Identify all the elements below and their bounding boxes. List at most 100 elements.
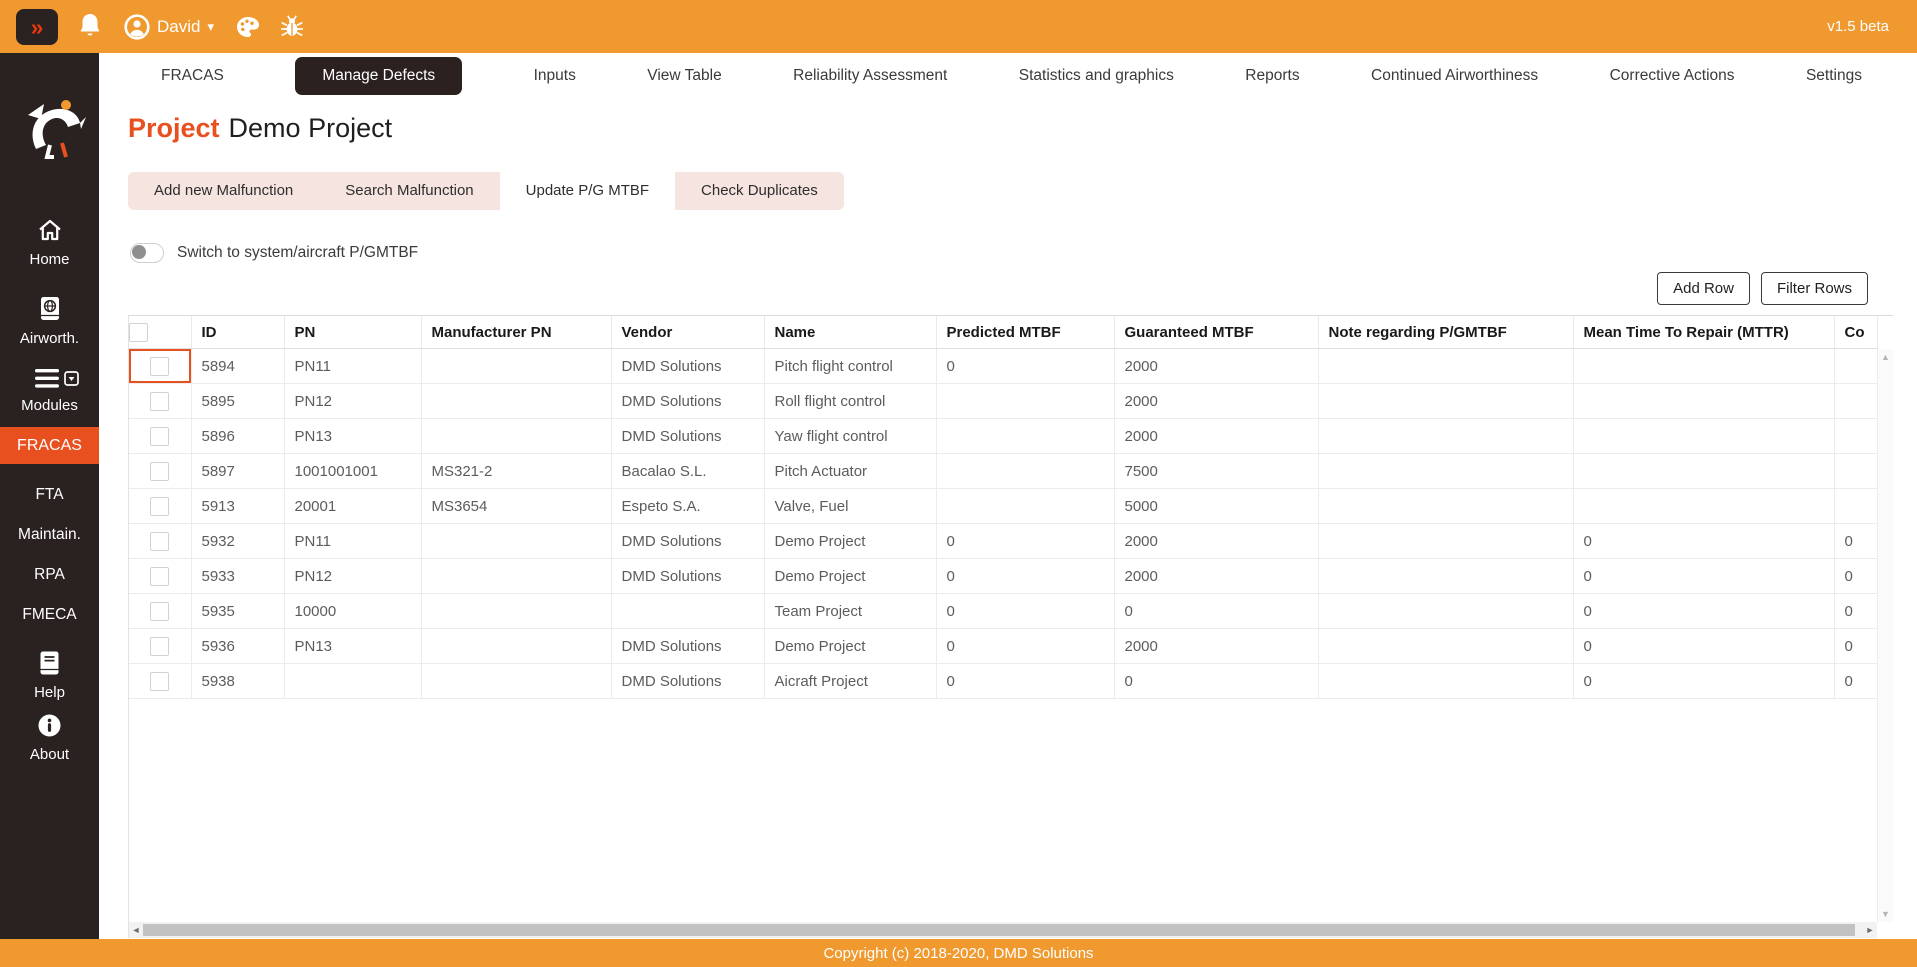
vertical-scrollbar[interactable]: ▲ ▼ — [1877, 349, 1893, 922]
debug-bug-icon[interactable] — [280, 15, 304, 39]
cell-name[interactable]: Roll flight control — [764, 384, 936, 419]
cell-manufacturer-pn[interactable] — [421, 559, 611, 594]
cell-name[interactable]: Yaw flight control — [764, 419, 936, 454]
cell-co[interactable] — [1834, 489, 1877, 524]
cell-guaranteed-mtbf[interactable]: 0 — [1114, 664, 1318, 699]
cell-co[interactable]: 0 — [1834, 524, 1877, 559]
cell-pn[interactable]: PN11 — [284, 349, 421, 384]
tab-continued-airworthiness[interactable]: Continued Airworthiness — [1371, 67, 1538, 85]
sidebar-item-home[interactable]: Home — [0, 218, 99, 268]
column-header-manufacturer-pn[interactable]: Manufacturer PN — [421, 316, 611, 349]
cell-guaranteed-mtbf[interactable]: 5000 — [1114, 489, 1318, 524]
cell-predicted-mtbf[interactable]: 0 — [936, 559, 1114, 594]
tab-settings[interactable]: Settings — [1806, 67, 1862, 85]
cell-guaranteed-mtbf[interactable]: 2000 — [1114, 419, 1318, 454]
cell-id[interactable]: 5932 — [191, 524, 284, 559]
cell-id[interactable]: 5913 — [191, 489, 284, 524]
column-header-co[interactable]: Co — [1834, 316, 1877, 349]
cell-name[interactable]: Demo Project — [764, 629, 936, 664]
cell-name[interactable]: Valve, Fuel — [764, 489, 936, 524]
theme-palette-icon[interactable] — [236, 16, 260, 38]
tab-view-table[interactable]: View Table — [647, 67, 721, 85]
row-checkbox[interactable] — [150, 567, 169, 586]
cell-pn[interactable]: 10000 — [284, 594, 421, 629]
cell-name[interactable]: Team Project — [764, 594, 936, 629]
cell-manufacturer-pn[interactable] — [421, 419, 611, 454]
cell-mttr[interactable] — [1573, 349, 1834, 384]
filter-rows-button[interactable]: Filter Rows — [1761, 272, 1868, 305]
cell-guaranteed-mtbf[interactable]: 2000 — [1114, 524, 1318, 559]
subtab-search-malfunction[interactable]: Search Malfunction — [319, 172, 499, 210]
scroll-left-icon[interactable]: ◄ — [129, 925, 143, 935]
cell-manufacturer-pn[interactable] — [421, 664, 611, 699]
sidebar-item-fracas[interactable]: FRACAS — [0, 427, 99, 464]
cell-co[interactable]: 0 — [1834, 629, 1877, 664]
cell-name[interactable]: Aicraft Project — [764, 664, 936, 699]
cell-co[interactable]: 0 — [1834, 559, 1877, 594]
row-checkbox[interactable] — [150, 672, 169, 691]
cell-vendor[interactable]: DMD Solutions — [611, 349, 764, 384]
horizontal-scrollbar-thumb[interactable] — [143, 924, 1855, 936]
cell-mttr[interactable]: 0 — [1573, 664, 1834, 699]
scroll-down-icon[interactable]: ▼ — [1881, 906, 1890, 922]
cell-note[interactable] — [1318, 384, 1573, 419]
sidebar-item-airworthiness[interactable]: Airworth. — [0, 296, 99, 347]
cell-guaranteed-mtbf[interactable]: 2000 — [1114, 384, 1318, 419]
cell-id[interactable]: 5896 — [191, 419, 284, 454]
cell-predicted-mtbf[interactable]: 0 — [936, 594, 1114, 629]
add-row-button[interactable]: Add Row — [1657, 272, 1750, 305]
tab-reliability-assessment[interactable]: Reliability Assessment — [793, 67, 947, 85]
cell-note[interactable] — [1318, 664, 1573, 699]
row-checkbox[interactable] — [150, 427, 169, 446]
cell-mttr[interactable]: 0 — [1573, 524, 1834, 559]
scroll-right-icon[interactable]: ► — [1863, 925, 1877, 935]
row-checkbox-cell[interactable] — [129, 419, 191, 454]
cell-mttr[interactable] — [1573, 419, 1834, 454]
cell-vendor[interactable]: DMD Solutions — [611, 419, 764, 454]
cell-mttr[interactable] — [1573, 489, 1834, 524]
cell-co[interactable] — [1834, 349, 1877, 384]
column-header-id[interactable]: ID — [191, 316, 284, 349]
cell-mttr[interactable]: 0 — [1573, 559, 1834, 594]
cell-id[interactable]: 5895 — [191, 384, 284, 419]
cell-manufacturer-pn[interactable] — [421, 594, 611, 629]
cell-co[interactable] — [1834, 454, 1877, 489]
cell-note[interactable] — [1318, 349, 1573, 384]
row-checkbox[interactable] — [150, 392, 169, 411]
cell-id[interactable]: 5938 — [191, 664, 284, 699]
sidebar-item-help[interactable]: Help — [0, 651, 99, 701]
cell-pn[interactable]: PN11 — [284, 524, 421, 559]
cell-guaranteed-mtbf[interactable]: 2000 — [1114, 349, 1318, 384]
cell-co[interactable]: 0 — [1834, 664, 1877, 699]
column-header-name[interactable]: Name — [764, 316, 936, 349]
cell-manufacturer-pn[interactable] — [421, 384, 611, 419]
sidebar-item-fmeca[interactable]: FMECA — [22, 606, 76, 624]
dmd-bird-logo[interactable] — [14, 93, 86, 164]
row-checkbox[interactable] — [150, 462, 169, 481]
subtab-check-duplicates[interactable]: Check Duplicates — [675, 172, 844, 210]
column-header-vendor[interactable]: Vendor — [611, 316, 764, 349]
cell-pn[interactable] — [284, 664, 421, 699]
cell-predicted-mtbf[interactable]: 0 — [936, 349, 1114, 384]
cell-predicted-mtbf[interactable] — [936, 384, 1114, 419]
row-checkbox-cell[interactable] — [129, 454, 191, 489]
cell-vendor[interactable]: DMD Solutions — [611, 629, 764, 664]
sidebar-item-modules[interactable]: Modules — [0, 369, 99, 414]
tab-reports[interactable]: Reports — [1245, 67, 1299, 85]
cell-id[interactable]: 5894 — [191, 349, 284, 384]
cell-note[interactable] — [1318, 559, 1573, 594]
row-checkbox-cell[interactable] — [129, 594, 191, 629]
cell-vendor[interactable]: DMD Solutions — [611, 524, 764, 559]
cell-mttr[interactable]: 0 — [1573, 629, 1834, 664]
cell-manufacturer-pn[interactable]: MS321-2 — [421, 454, 611, 489]
subtab-add-new-malfunction[interactable]: Add new Malfunction — [128, 172, 319, 210]
cell-guaranteed-mtbf[interactable]: 2000 — [1114, 629, 1318, 664]
cell-predicted-mtbf[interactable]: 0 — [936, 664, 1114, 699]
cell-manufacturer-pn[interactable]: MS3654 — [421, 489, 611, 524]
cell-co[interactable]: 0 — [1834, 594, 1877, 629]
cell-mttr[interactable] — [1573, 454, 1834, 489]
cell-pn[interactable]: PN13 — [284, 629, 421, 664]
cell-pn[interactable]: 1001001001 — [284, 454, 421, 489]
cell-predicted-mtbf[interactable]: 0 — [936, 629, 1114, 664]
row-checkbox[interactable] — [150, 497, 169, 516]
